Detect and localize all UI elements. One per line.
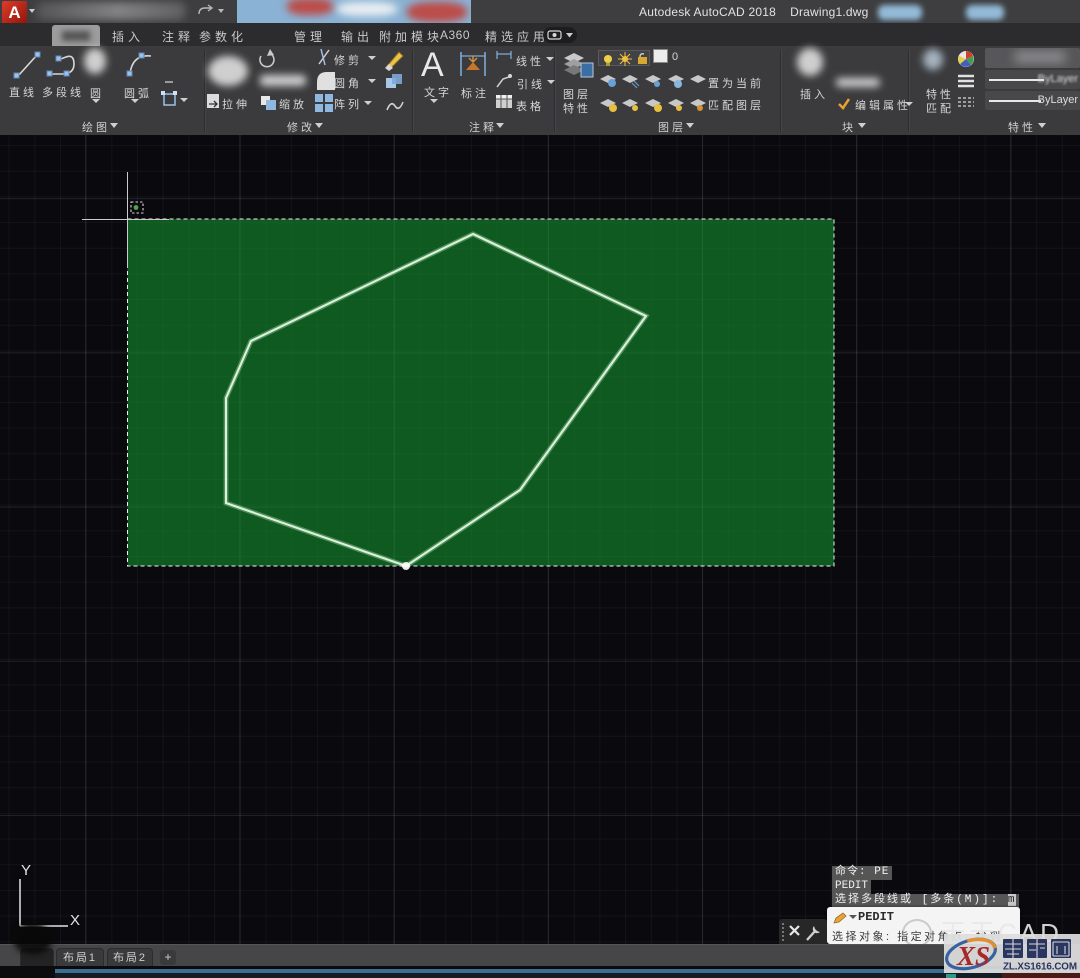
svg-text:ZL.XS1616.COM: ZL.XS1616.COM	[1003, 962, 1077, 973]
svg-text:Y: Y	[21, 862, 31, 879]
svg-text:X: X	[70, 912, 80, 929]
svg-text:XS: XS	[956, 941, 990, 971]
